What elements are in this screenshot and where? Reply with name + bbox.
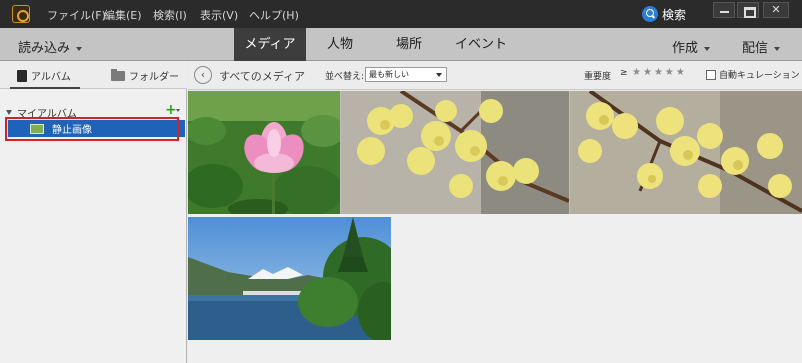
folder-icon: [111, 68, 125, 81]
tab-folder[interactable]: フォルダー: [111, 68, 179, 83]
blossom-image: [570, 91, 802, 214]
panel-tabs: アルバム フォルダー: [0, 61, 187, 89]
search-label: 検索: [662, 7, 687, 22]
selection-highlight-box: [5, 117, 179, 141]
chevron-down-icon: [436, 73, 442, 77]
create-label: 作成: [672, 41, 699, 56]
grid-divider: [569, 91, 570, 214]
menu-find[interactable]: 検索(I): [153, 7, 187, 23]
create-button[interactable]: 作成: [672, 37, 711, 56]
active-tab-indicator: [10, 87, 80, 89]
blossom-image: [341, 91, 569, 214]
expand-triangle-icon: [6, 110, 12, 115]
tab-album[interactable]: アルバム: [17, 68, 71, 83]
rating-label: 重要度: [584, 72, 612, 82]
star-icon[interactable]: ★: [643, 67, 652, 78]
menu-view[interactable]: 表示(V): [200, 7, 238, 23]
auto-curation-toggle[interactable]: 自動キュレーション: [706, 68, 800, 81]
media-grid: [188, 91, 802, 363]
import-label: 読み込み: [18, 41, 71, 56]
photo-thumbnail-blossoms-1[interactable]: [341, 91, 569, 214]
menu-help[interactable]: ヘルプ(H): [249, 7, 299, 23]
media-toolbar: ‹ すべてのメディア 並べ替え: 最も新しい 重要度 ≥ ★ ★ ★ ★ ★ 自…: [188, 61, 802, 90]
rating-stars[interactable]: ★ ★ ★ ★ ★: [632, 67, 685, 78]
star-icon[interactable]: ★: [676, 67, 685, 78]
add-album-icon[interactable]: +: [165, 102, 177, 118]
tab-album-label: アルバム: [31, 72, 71, 83]
lotus-image: [188, 91, 340, 214]
share-button[interactable]: 配信: [742, 37, 781, 56]
sort-select[interactable]: 最も新しい: [365, 67, 447, 82]
star-icon[interactable]: ★: [632, 67, 641, 78]
tab-people[interactable]: 人物: [310, 28, 370, 61]
grid-divider: [340, 91, 341, 214]
chevron-down-icon: [76, 46, 83, 51]
share-label: 配信: [742, 41, 769, 56]
star-icon[interactable]: ★: [665, 67, 674, 78]
maximize-icon[interactable]: [737, 2, 759, 18]
menu-bar: ファイル(F) 編集(E) 検索(I) 表示(V) ヘルプ(H) 検索 ✕: [0, 0, 802, 28]
photo-thumbnail-lake[interactable]: [188, 217, 391, 340]
album-icon: [17, 69, 27, 82]
menu-file[interactable]: ファイル(F): [47, 7, 106, 23]
tab-places[interactable]: 場所: [380, 28, 438, 61]
chevron-down-icon: [704, 46, 711, 51]
tab-events[interactable]: イベント: [446, 28, 516, 61]
menu-edit[interactable]: 編集(E): [104, 7, 142, 23]
sort-label: 並べ替え:: [325, 72, 365, 82]
tab-media[interactable]: メディア: [234, 28, 306, 61]
left-panel: アルバム フォルダー マイアルバム + 静止画像: [0, 61, 187, 363]
auto-curation-label: 自動キュレーション: [719, 71, 800, 81]
rating-operator: ≥: [620, 68, 628, 78]
lake-image: [188, 217, 391, 340]
star-icon[interactable]: ★: [654, 67, 663, 78]
tab-folder-label: フォルダー: [129, 72, 179, 83]
all-media-label[interactable]: すべてのメディア: [219, 68, 305, 84]
import-button[interactable]: 読み込み: [18, 37, 83, 56]
minimize-icon[interactable]: [713, 2, 735, 18]
nav-bar: 読み込み メディア 人物 場所 イベント 作成 配信: [0, 28, 802, 61]
sort-value: 最も新しい: [369, 70, 409, 79]
close-icon[interactable]: ✕: [763, 2, 789, 18]
photo-thumbnail-blossoms-2[interactable]: [570, 91, 802, 214]
chevron-down-icon[interactable]: [176, 109, 180, 112]
search-button[interactable]: 検索: [642, 6, 686, 22]
back-icon[interactable]: ‹: [194, 66, 212, 84]
auto-curation-checkbox[interactable]: [706, 69, 716, 80]
app-logo-icon: [12, 5, 30, 23]
chevron-down-icon: [774, 46, 781, 51]
search-icon: [642, 6, 658, 22]
photo-thumbnail-lotus[interactable]: [188, 91, 340, 214]
